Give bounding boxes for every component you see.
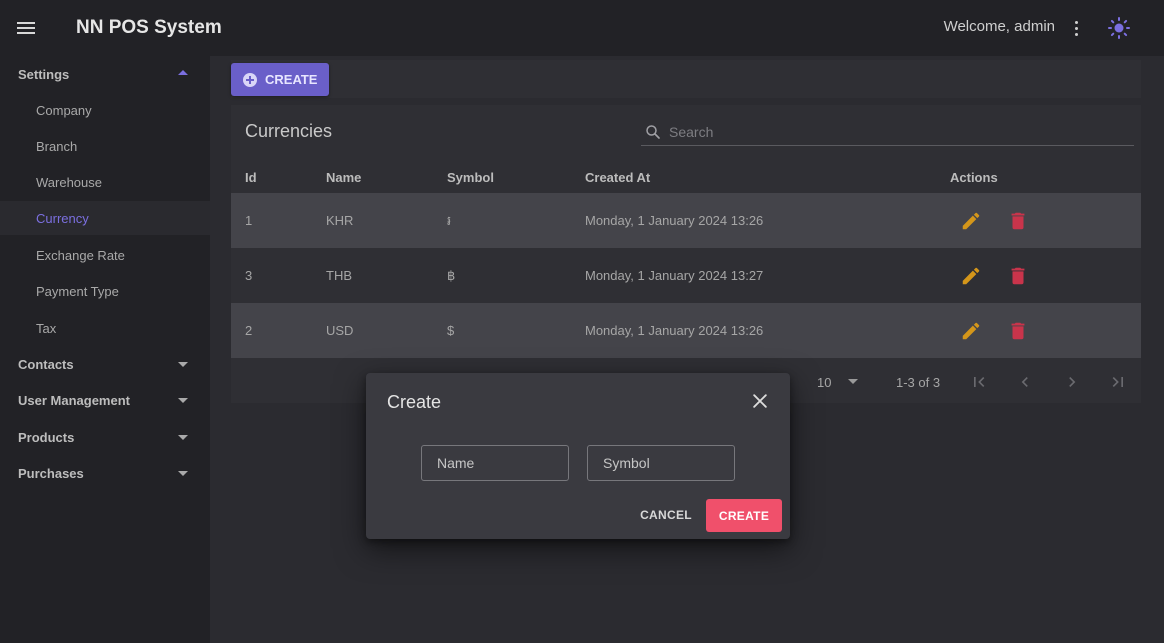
search-input[interactable] xyxy=(669,122,1119,142)
table-row[interactable]: 1 KHR ៛ Monday, 1 January 2024 13:26 xyxy=(231,193,1141,248)
sidebar-item-currency[interactable]: Currency xyxy=(0,201,210,235)
sidebar-group-label: User Management xyxy=(18,392,130,408)
sidebar-item-tax[interactable]: Tax xyxy=(0,311,210,345)
sidebar-item-warehouse[interactable]: Warehouse xyxy=(0,165,210,199)
toolbar xyxy=(231,60,1141,98)
dialog-title: Create xyxy=(387,392,442,412)
symbol-field[interactable] xyxy=(587,445,735,481)
column-header-symbol[interactable]: Symbol xyxy=(447,170,494,185)
next-page-icon[interactable] xyxy=(1062,372,1082,392)
cell-name: KHR xyxy=(326,213,354,228)
cell-created-at: Monday, 1 January 2024 13:26 xyxy=(585,213,764,228)
cell-created-at: Monday, 1 January 2024 13:27 xyxy=(585,268,764,283)
sidebar-group-label: Purchases xyxy=(18,465,84,481)
delete-trash-icon[interactable] xyxy=(1007,210,1029,232)
add-circle-icon xyxy=(243,72,257,87)
sidebar-item-company[interactable]: Company xyxy=(0,93,210,127)
column-header-actions: Actions xyxy=(950,170,998,185)
name-field[interactable] xyxy=(421,445,569,481)
create-dialog: Create CANCEL CREATE xyxy=(366,373,790,539)
cell-symbol: ฿ xyxy=(447,268,456,283)
sidebar-group-user-management[interactable]: User Management xyxy=(0,383,210,417)
brightness-sun-icon[interactable] xyxy=(1107,16,1131,40)
cell-symbol: $ xyxy=(447,323,455,338)
table-row[interactable]: 3 THB ฿ Monday, 1 January 2024 13:27 xyxy=(231,248,1141,303)
sidebar-group-products[interactable]: Products xyxy=(0,420,210,454)
cell-created-at: Monday, 1 January 2024 13:26 xyxy=(585,323,764,338)
sidebar-item-payment-type[interactable]: Payment Type xyxy=(0,274,210,308)
column-header-id[interactable]: Id xyxy=(245,170,257,185)
welcome-text: Welcome, admin xyxy=(943,18,1055,35)
cell-name: USD xyxy=(326,323,354,338)
cell-id: 1 xyxy=(245,213,253,228)
create-button-label: CREATE xyxy=(265,72,318,87)
cell-id: 2 xyxy=(245,323,253,338)
column-header-created-at[interactable]: Created At xyxy=(585,170,650,185)
chevron-down-icon xyxy=(178,362,188,367)
search-icon xyxy=(646,125,660,139)
hamburger-menu-icon[interactable] xyxy=(14,16,38,40)
chevron-up-icon xyxy=(178,70,188,75)
chevron-down-icon xyxy=(178,398,188,403)
sidebar-group-label: Settings xyxy=(18,66,70,82)
sidebar-item-branch[interactable]: Branch xyxy=(0,129,210,163)
chevron-down-icon[interactable] xyxy=(848,379,858,384)
cell-symbol: ៛ xyxy=(447,213,452,228)
chevron-down-icon xyxy=(178,435,188,440)
edit-pencil-icon[interactable] xyxy=(960,210,982,232)
edit-pencil-icon[interactable] xyxy=(960,320,982,342)
table-row[interactable]: 2 USD $ Monday, 1 January 2024 13:26 xyxy=(231,303,1141,358)
table-title: Currencies xyxy=(245,121,333,141)
chevron-down-icon xyxy=(178,471,188,476)
pagination-range: 1-3 of 3 xyxy=(896,375,941,390)
sidebar-group-label: Contacts xyxy=(18,356,74,372)
sidebar-group-contacts[interactable]: Contacts xyxy=(0,347,210,381)
more-vert-icon[interactable] xyxy=(1066,18,1086,38)
app-title: NN POS System xyxy=(76,17,222,38)
column-header-name[interactable]: Name xyxy=(326,170,361,185)
edit-pencil-icon[interactable] xyxy=(960,265,982,287)
first-page-icon[interactable] xyxy=(969,372,989,392)
dialog-create-button[interactable]: CREATE xyxy=(706,499,782,532)
sidebar-group-settings[interactable]: Settings xyxy=(0,57,210,91)
close-icon[interactable] xyxy=(750,391,770,411)
last-page-icon[interactable] xyxy=(1108,372,1128,392)
sidebar: Settings Company Branch Warehouse Curren… xyxy=(0,56,210,643)
delete-trash-icon[interactable] xyxy=(1007,320,1029,342)
sidebar-group-label: Products xyxy=(18,429,75,445)
sidebar-group-purchases[interactable]: Purchases xyxy=(0,456,210,490)
cancel-button[interactable]: CANCEL xyxy=(633,500,699,530)
create-button[interactable]: CREATE xyxy=(231,63,329,96)
search-field xyxy=(641,118,1134,146)
sidebar-item-exchange-rate[interactable]: Exchange Rate xyxy=(0,238,210,272)
rows-per-page-select[interactable]: 10 xyxy=(817,375,831,390)
delete-trash-icon[interactable] xyxy=(1007,265,1029,287)
previous-page-icon[interactable] xyxy=(1015,372,1035,392)
cell-name: THB xyxy=(326,268,352,283)
app-bar: NN POS System Welcome, admin xyxy=(0,0,1164,56)
cell-id: 3 xyxy=(245,268,253,283)
